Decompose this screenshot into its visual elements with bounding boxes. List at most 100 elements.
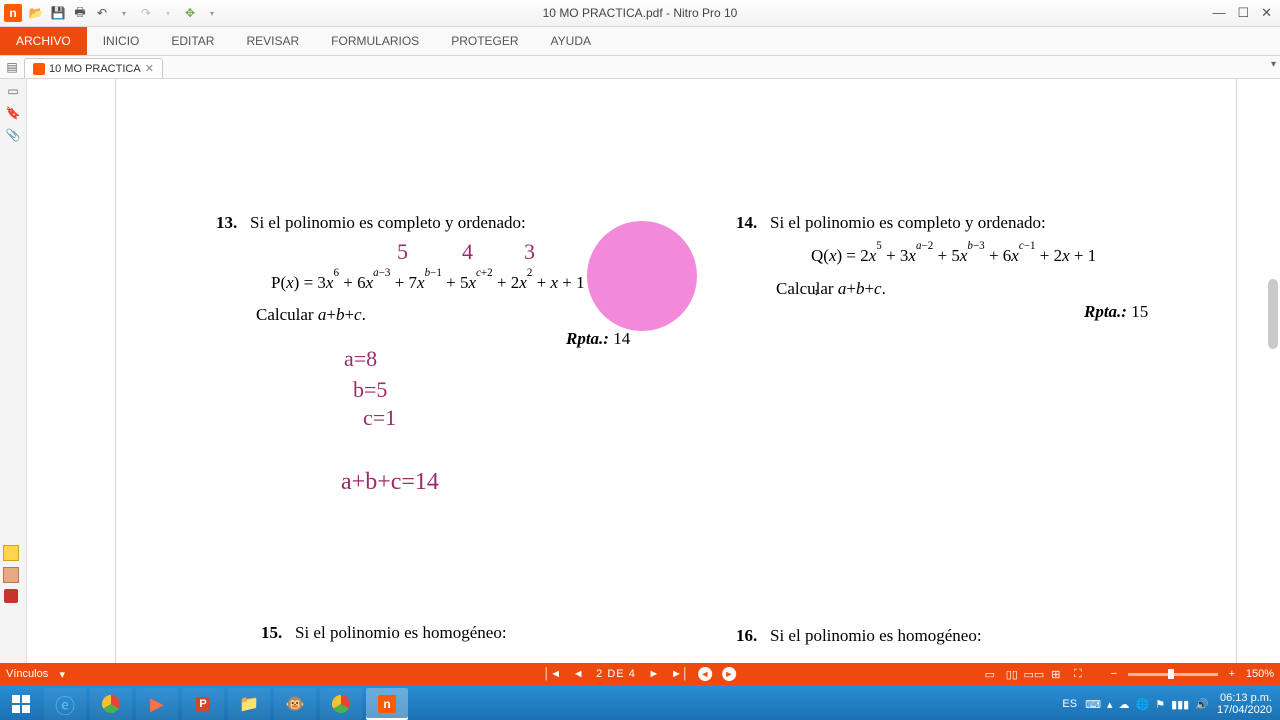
taskbar-explorer[interactable]: 📁 (228, 688, 270, 720)
p14-rpta-label: Rpta.: (1084, 302, 1127, 321)
status-links-dd-icon[interactable]: ▾ (54, 666, 70, 682)
document-tab[interactable]: 10 MO PRACTICA ✕ (24, 58, 163, 78)
taskbar-chrome-1[interactable] (90, 688, 132, 720)
zoom-out-button[interactable]: − (1106, 666, 1122, 682)
tray-overflow-icon[interactable]: ▴ (1107, 698, 1113, 711)
taskbar-ie[interactable]: ⓔ (44, 688, 86, 720)
p13-sol-b: b=5 (353, 377, 387, 403)
bookmarks-panel-icon[interactable]: 🔖 (5, 105, 21, 121)
undo-icon[interactable]: ↶ (94, 5, 110, 21)
pdf-mini-icon (33, 63, 45, 75)
folder-icon: 📁 (239, 694, 259, 714)
main-area: ▭ 🔖 📎 13. Si el polinomio es completo y … (0, 79, 1280, 663)
globe-icon[interactable]: 🌐 (1135, 698, 1149, 711)
tab-proteger[interactable]: PROTEGER (435, 27, 534, 55)
clipboard-icon[interactable] (3, 567, 19, 583)
tab-revisar[interactable]: REVISAR (230, 27, 315, 55)
qat-more-icon[interactable]: ▾ (204, 5, 220, 21)
close-button[interactable]: ✕ (1261, 5, 1272, 21)
p13-sol-c: c=1 (363, 405, 396, 431)
tab-formularios[interactable]: FORMULARIOS (315, 27, 435, 55)
zoom-value[interactable]: 150% (1246, 668, 1274, 680)
doc-tab-list-icon[interactable]: ▤ (4, 59, 20, 75)
page-nav: │◄ ◄ 2 DE 4 ► ►│ ◄ ► (544, 666, 736, 682)
note-icon[interactable] (3, 545, 19, 561)
redo-dd-icon[interactable]: ▾ (160, 5, 176, 21)
view-single-icon[interactable]: ▭ (982, 666, 998, 682)
redo-icon[interactable]: ↷ (138, 5, 154, 21)
open-icon[interactable]: 📂 (28, 5, 44, 21)
pdf-page: 13. Si el polinomio es completo y ordena… (115, 79, 1237, 663)
p13-overlay-exp-3: 3 (524, 239, 535, 265)
play-icon: ▶ (150, 694, 164, 715)
zoom-in-button[interactable]: + (1224, 666, 1240, 682)
p15-number: 15. (261, 623, 282, 642)
attachments-panel-icon[interactable]: 📎 (5, 127, 21, 143)
p16-prompt: Si el polinomio es homogéneo: (770, 626, 982, 645)
maximize-button[interactable]: ☐ (1237, 5, 1249, 21)
tray-lang[interactable]: ES (1062, 698, 1077, 710)
p14-number: 14. (736, 213, 757, 232)
signature-icon[interactable] (4, 589, 18, 603)
tab-overflow-icon[interactable]: ▾ (1271, 59, 1276, 70)
minimize-button[interactable]: — (1212, 5, 1225, 21)
taskbar-chrome-2[interactable] (320, 688, 362, 720)
zoom-thumb[interactable] (1168, 669, 1174, 679)
nav-back-button[interactable]: ◄ (698, 667, 712, 681)
prev-page-button[interactable]: ◄ (570, 666, 586, 682)
p13-prompt: Si el polinomio es completo y ordenado: (250, 213, 526, 232)
view-fullscreen-icon[interactable]: ⛶ (1070, 666, 1086, 682)
save-icon[interactable]: 💾 (50, 5, 66, 21)
volume-icon[interactable]: 🔊 (1195, 698, 1209, 711)
view-continuous-icon[interactable]: ▯▯ (1004, 666, 1020, 682)
view-facing-cont-icon[interactable]: ⊞ (1048, 666, 1064, 682)
problem-15: 15. Si el polinomio es homogéneo: (261, 619, 741, 646)
p13-rpta-value: 14 (613, 329, 630, 348)
document-tab-close-icon[interactable]: ✕ (145, 62, 154, 75)
tool-icon[interactable]: ✥ (182, 5, 198, 21)
tray-clock[interactable]: 06:13 p.m. 17/04/2020 (1217, 692, 1272, 716)
zoom-slider[interactable] (1128, 673, 1218, 676)
taskbar-media[interactable]: ▶ (136, 688, 178, 720)
annotation-circle[interactable] (587, 221, 697, 331)
first-page-button[interactable]: │◄ (544, 666, 560, 682)
problem-14: 14. Si el polinomio es completo y ordena… (736, 209, 1216, 236)
powerpoint-icon: P (196, 697, 209, 711)
taskbar-nitro[interactable]: n (366, 688, 408, 720)
system-tray: ES ⌨ ▴ ☁ 🌐 ⚑ ▮▮▮ 🔊 06:13 p.m. 17/04/2020 (1062, 692, 1280, 716)
document-tab-label: 10 MO PRACTICA (49, 63, 141, 75)
tab-inicio[interactable]: INICIO (87, 27, 156, 55)
problem-16: 16. Si el polinomio es homogéneo: (736, 622, 1216, 649)
tab-archivo[interactable]: ARCHIVO (0, 27, 87, 55)
cloud-icon[interactable]: ☁ (1118, 698, 1129, 711)
next-page-button[interactable]: ► (646, 666, 662, 682)
last-page-button[interactable]: ►│ (672, 666, 688, 682)
taskbar-powerpoint[interactable]: P (182, 688, 224, 720)
p13-rpta-label: Rpta.: (566, 329, 609, 348)
windows-logo-icon (12, 695, 30, 713)
p14-polynomial: Q(x) = 2x5 + 3xa−2 + 5xb−3 + 6xc−1 + 2x … (811, 242, 1096, 269)
app-logo-icon: n (4, 4, 22, 22)
print-icon[interactable]: 🖶 (72, 5, 88, 21)
action-center-icon[interactable]: ⚑ (1155, 698, 1165, 711)
chrome-icon (102, 695, 120, 713)
pages-panel-icon[interactable]: ▭ (5, 83, 21, 99)
start-button[interactable] (0, 685, 42, 720)
tab-ayuda[interactable]: AYUDA (535, 27, 607, 55)
tab-editar[interactable]: EDITAR (155, 27, 230, 55)
p16-number: 16. (736, 626, 757, 645)
document-tab-strip: ▤ 10 MO PRACTICA ✕ ▾ (0, 56, 1280, 79)
taskbar-gimp[interactable]: 🐵 (274, 688, 316, 720)
pdf-viewer[interactable]: 13. Si el polinomio es completo y ordena… (27, 79, 1280, 663)
nav-fwd-button[interactable]: ► (722, 667, 736, 681)
undo-dd-icon[interactable]: ▾ (116, 5, 132, 21)
keyboard-icon[interactable]: ⌨ (1085, 698, 1101, 711)
title-bar: n 📂 💾 🖶 ↶ ▾ ↷ ▾ ✥ ▾ 10 MO PRACTICA.pdf -… (0, 0, 1280, 27)
vertical-scrollbar-thumb[interactable] (1268, 279, 1278, 349)
quick-access-toolbar: n 📂 💾 🖶 ↶ ▾ ↷ ▾ ✥ ▾ (0, 4, 220, 22)
page-indicator: 2 DE 4 (596, 668, 636, 680)
status-links-label: Vínculos (6, 668, 48, 680)
network-icon[interactable]: ▮▮▮ (1171, 698, 1189, 711)
status-bar: Vínculos ▾ │◄ ◄ 2 DE 4 ► ►│ ◄ ► ▭ ▯▯ ▭▭ … (0, 663, 1280, 685)
view-facing-icon[interactable]: ▭▭ (1026, 666, 1042, 682)
